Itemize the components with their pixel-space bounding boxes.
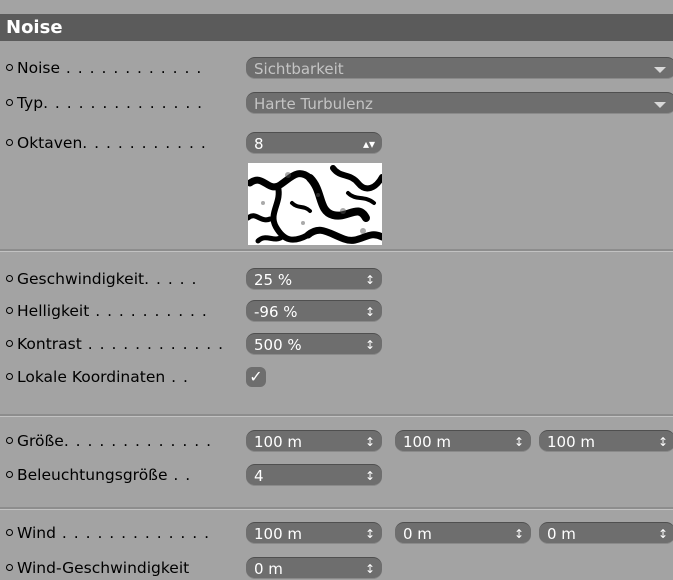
up-down-arrows-icon[interactable]: ↕ <box>514 523 524 545</box>
noise-dropdown[interactable]: Sichtbarkeit <box>246 57 673 79</box>
keyframe-bullet-icon[interactable] <box>6 307 13 314</box>
noise-label: Noise . . . . . . . . . . . . <box>6 53 244 83</box>
groesse-label: Größe. . . . . . . . . . . . . <box>6 426 244 456</box>
helligkeit-label: Helligkeit . . . . . . . . . . <box>6 296 244 326</box>
oktaven-field[interactable]: 8 ▴▾ <box>246 132 382 154</box>
noise-preview-image <box>248 163 382 245</box>
keyframe-bullet-icon[interactable] <box>6 340 13 347</box>
up-down-arrows-icon[interactable]: ▴▾ <box>363 133 375 155</box>
wind-y-field[interactable]: 0 m ↕ <box>395 522 531 544</box>
keyframe-bullet-icon[interactable] <box>6 99 13 106</box>
keyframe-bullet-icon[interactable] <box>6 139 13 146</box>
row-wind-geschwindigkeit: Wind-Geschwindigkeit 0 m ↕ <box>0 553 673 580</box>
keyframe-bullet-icon[interactable] <box>6 275 13 282</box>
geschwindigkeit-label: Geschwindigkeit. . . . . <box>6 264 244 294</box>
row-beleuchtungsgroesse: Beleuchtungsgröße . . 4 ↕ <box>0 460 673 490</box>
up-down-arrows-icon[interactable]: ↕ <box>365 465 375 487</box>
keyframe-bullet-icon[interactable] <box>6 471 13 478</box>
row-geschwindigkeit: Geschwindigkeit. . . . . 25 % ↕ <box>0 264 673 294</box>
row-lokale-koordinaten: Lokale Koordinaten . . ✓ <box>0 362 673 392</box>
row-wind: Wind . . . . . . . . . . . . . 100 m ↕ 0 … <box>0 518 673 548</box>
lokale-koordinaten-checkbox[interactable]: ✓ <box>246 367 266 387</box>
up-down-arrows-icon[interactable]: ↕ <box>365 334 375 356</box>
groesse-x-field[interactable]: 100 m ↕ <box>246 430 382 452</box>
keyframe-bullet-icon[interactable] <box>6 64 13 71</box>
wind-label: Wind . . . . . . . . . . . . . <box>6 518 244 548</box>
helligkeit-field[interactable]: -96 % ↕ <box>246 300 382 322</box>
wind-geschwindigkeit-label: Wind-Geschwindigkeit <box>6 553 244 580</box>
oktaven-label: Oktaven. . . . . . . . . . . <box>6 128 244 158</box>
row-oktaven: Oktaven. . . . . . . . . . . 8 ▴▾ <box>0 128 673 158</box>
up-down-arrows-icon[interactable]: ↕ <box>658 523 668 545</box>
noise-panel: Noise Noise . . . . . . . . . . . . Sich… <box>0 0 673 580</box>
typ-dropdown[interactable]: Harte Turbulenz <box>246 92 673 114</box>
triangle-down-icon <box>654 67 666 73</box>
checkmark-icon: ✓ <box>249 367 263 386</box>
separator <box>0 414 673 417</box>
up-down-arrows-icon[interactable]: ↕ <box>365 431 375 453</box>
up-down-arrows-icon[interactable]: ↕ <box>658 431 668 453</box>
up-down-arrows-icon[interactable]: ↕ <box>365 523 375 545</box>
groesse-z-field[interactable]: 100 m ↕ <box>539 430 673 452</box>
wind-x-field[interactable]: 100 m ↕ <box>246 522 382 544</box>
row-kontrast: Kontrast . . . . . . . . . . . . 500 % ↕ <box>0 329 673 359</box>
up-down-arrows-icon[interactable]: ↕ <box>514 431 524 453</box>
keyframe-bullet-icon[interactable] <box>6 373 13 380</box>
typ-label: Typ. . . . . . . . . . . . . . <box>6 88 244 118</box>
row-helligkeit: Helligkeit . . . . . . . . . . -96 % ↕ <box>0 296 673 326</box>
wind-z-field[interactable]: 0 m ↕ <box>539 522 673 544</box>
geschwindigkeit-field[interactable]: 25 % ↕ <box>246 268 382 290</box>
keyframe-bullet-icon[interactable] <box>6 437 13 444</box>
kontrast-label: Kontrast . . . . . . . . . . . . <box>6 329 244 359</box>
kontrast-field[interactable]: 500 % ↕ <box>246 333 382 355</box>
beleuchtungsgroesse-label: Beleuchtungsgröße . . <box>6 460 244 490</box>
row-noise: Noise . . . . . . . . . . . . Sichtbarke… <box>0 53 673 83</box>
noise-pattern-graphic <box>248 163 382 245</box>
up-down-arrows-icon[interactable]: ↕ <box>365 301 375 323</box>
triangle-down-icon <box>654 102 666 108</box>
separator <box>0 249 673 252</box>
lokale-koordinaten-label: Lokale Koordinaten . . <box>6 362 244 392</box>
keyframe-bullet-icon[interactable] <box>6 529 13 536</box>
beleuchtungsgroesse-field[interactable]: 4 ↕ <box>246 464 382 486</box>
keyframe-bullet-icon[interactable] <box>6 564 13 571</box>
separator <box>0 507 673 510</box>
wind-geschwindigkeit-field[interactable]: 0 m ↕ <box>246 557 382 579</box>
up-down-arrows-icon[interactable]: ↕ <box>365 558 375 580</box>
row-typ: Typ. . . . . . . . . . . . . . Harte Tur… <box>0 88 673 118</box>
up-down-arrows-icon[interactable]: ↕ <box>365 269 375 291</box>
row-groesse: Größe. . . . . . . . . . . . . 100 m ↕ 10… <box>0 426 673 456</box>
panel-header: Noise <box>0 14 673 41</box>
groesse-y-field[interactable]: 100 m ↕ <box>395 430 531 452</box>
